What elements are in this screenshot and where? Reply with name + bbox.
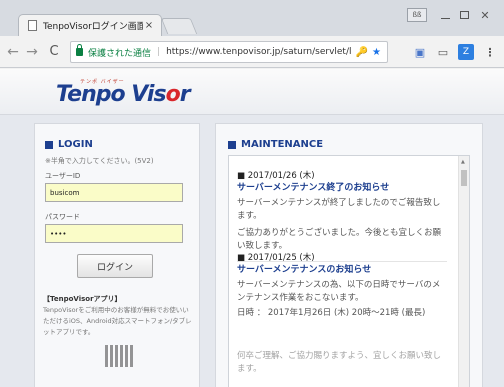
qr-code-image [105,345,133,367]
web-page: テンポ バイザー Tenpo Visor LOGIN ※半角で入力してください。… [0,69,504,387]
extension-cast-icon[interactable]: ▭ [435,44,451,60]
site-header: テンポ バイザー Tenpo Visor [0,69,504,115]
news-body: サーバーメンテナンスが終了しましたのでご報告致します。 [237,198,441,221]
news-date: ■ 2017/01/25 (木) [237,253,315,263]
news-title-link[interactable]: サーバーメンテナンス終了のお知らせ [237,182,447,195]
minimize-button[interactable] [437,8,453,22]
browser-window: TenpoVisorログイン画面 × ßß ✕ ← → C 保護された通信 | … [0,0,504,387]
password-field[interactable] [45,224,183,243]
address-bar[interactable]: 保護された通信 | https://www.tenpovisor.jp/satu… [70,41,388,63]
maximize-button[interactable] [456,8,472,22]
maintenance-panel: MAINTENANCE ■ 2017/01/26 (木) サーバーメンテナンス終… [215,123,483,387]
page-icon [28,20,37,31]
extension-z-icon[interactable]: Z [458,44,474,60]
news-body: サーバーメンテナンスの為、以下の日時でサーバのメンテナンス作業をおこないます。 [237,280,441,303]
news-title-link[interactable]: サーバーメンテナンスのお知らせ [237,264,447,277]
news-item: ■ 2017/01/26 (木) サーバーメンテナンス終了のお知らせ サーバーメ… [237,170,447,262]
heading-square-icon [45,140,53,149]
bookmark-star-icon[interactable]: ★ [372,47,381,58]
logo-text-1: Tenpo Vis [56,82,167,107]
logo-text-2: r [179,82,191,107]
password-label: パスワード [45,213,80,221]
secure-connection-label[interactable]: 保護された通信 [88,46,151,59]
profile-button[interactable]: ßß [407,8,427,22]
forward-arrow-icon[interactable]: → [24,44,40,60]
user-id-field[interactable] [45,183,183,202]
news-date: ■ 2017/01/26 (木) [237,171,315,181]
close-window-icon[interactable]: ✕ [476,8,494,22]
news-body: 日時 ： 2017年1月26日 (木) 20時〜21時 (最長) [237,308,426,318]
news-body: 何卒ご理解、ご協力賜りますよう、宜しくお願い致します。 [237,351,442,374]
login-panel: LOGIN ※半角で入力してください。(5V2) ユーザーID パスワード ログ… [34,123,200,387]
new-tab-button[interactable] [160,18,198,34]
address-separator: | [157,47,161,57]
tab-tenpovisor-login[interactable]: TenpoVisorログイン画面 × [18,14,162,36]
reload-icon[interactable]: C [46,44,62,60]
page-content: LOGIN ※半角で入力してください。(5V2) ユーザーID パスワード ログ… [0,115,504,387]
login-heading-text: LOGIN [58,139,93,150]
lock-icon [76,44,83,56]
tab-close-icon[interactable]: × [143,20,155,31]
maintenance-heading: MAINTENANCE [228,139,323,150]
heading-square-icon [228,140,236,149]
scroll-up-arrow-icon[interactable]: ▲ [461,159,465,165]
maintenance-heading-text: MAINTENANCE [241,139,324,150]
tab-title: TenpoVisorログイン画面 [43,22,143,32]
news-scrollbar[interactable]: ▲ [458,156,469,387]
tenpovisor-logo: Tenpo Visor [56,82,191,107]
maintenance-news-list[interactable]: ■ 2017/01/26 (木) サーバーメンテナンス終了のお知らせ サーバーメ… [228,155,470,387]
user-id-label: ユーザーID [45,172,81,180]
url-text[interactable]: https://www.tenpovisor.jp/saturn/servlet… [166,47,351,57]
login-heading: LOGIN [45,139,93,150]
extension-translate-icon[interactable]: ▣ [412,44,428,60]
maximize-icon [459,11,469,19]
app-heading: 【TenpoVisorアプリ】 [43,295,122,303]
news-item: 何卒ご理解、ご協力賜りますよう、宜しくお願い致します。 [237,348,447,376]
news-item: ■ 2017/01/25 (木) サーバーメンテナンスのお知らせ サーバーメンテ… [237,252,447,320]
news-body: ご協力ありがとうございました。今後とも宜しくお願い致します。 [237,228,442,251]
browser-toolbar: ← → C 保護された通信 | https://www.tenpovisor.j… [0,36,504,68]
browser-menu-icon[interactable]: ⋮ [482,44,498,60]
key-icon[interactable]: 🔑 [356,47,368,58]
login-button[interactable]: ログイン [77,254,153,278]
minimize-icon [440,17,450,19]
app-description: TenpoVisorをご利用中のお客様が無料でお使いいただけるiOS、Andro… [43,306,192,336]
tab-bar: TenpoVisorログイン画面 × ßß ✕ [0,0,504,36]
back-arrow-icon[interactable]: ← [5,44,21,60]
input-note: ※半角で入力してください。(5V2) [45,157,154,165]
logo-text-o: o [165,82,181,107]
scroll-thumb[interactable] [461,170,467,186]
